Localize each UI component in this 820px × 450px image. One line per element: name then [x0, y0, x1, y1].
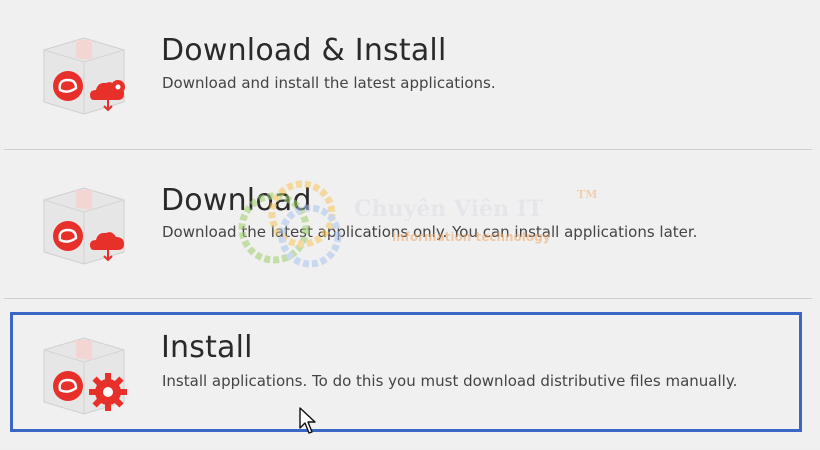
option-description: Download the latest applications only. Y…: [162, 223, 698, 241]
option-title: Download & Install: [161, 33, 447, 68]
option-description: Download and install the latest applicat…: [162, 74, 496, 92]
option-download-install[interactable]: Download & Install Download and install …: [0, 0, 820, 148]
cloud-download-icon: [90, 232, 124, 262]
divider: [4, 298, 812, 299]
option-title: Download: [161, 183, 312, 218]
mouse-cursor-icon: [299, 407, 316, 434]
option-download[interactable]: Download Download the latest application…: [0, 150, 820, 298]
selection-highlight: [10, 312, 802, 432]
cloud-gear-download-icon: [90, 80, 125, 112]
